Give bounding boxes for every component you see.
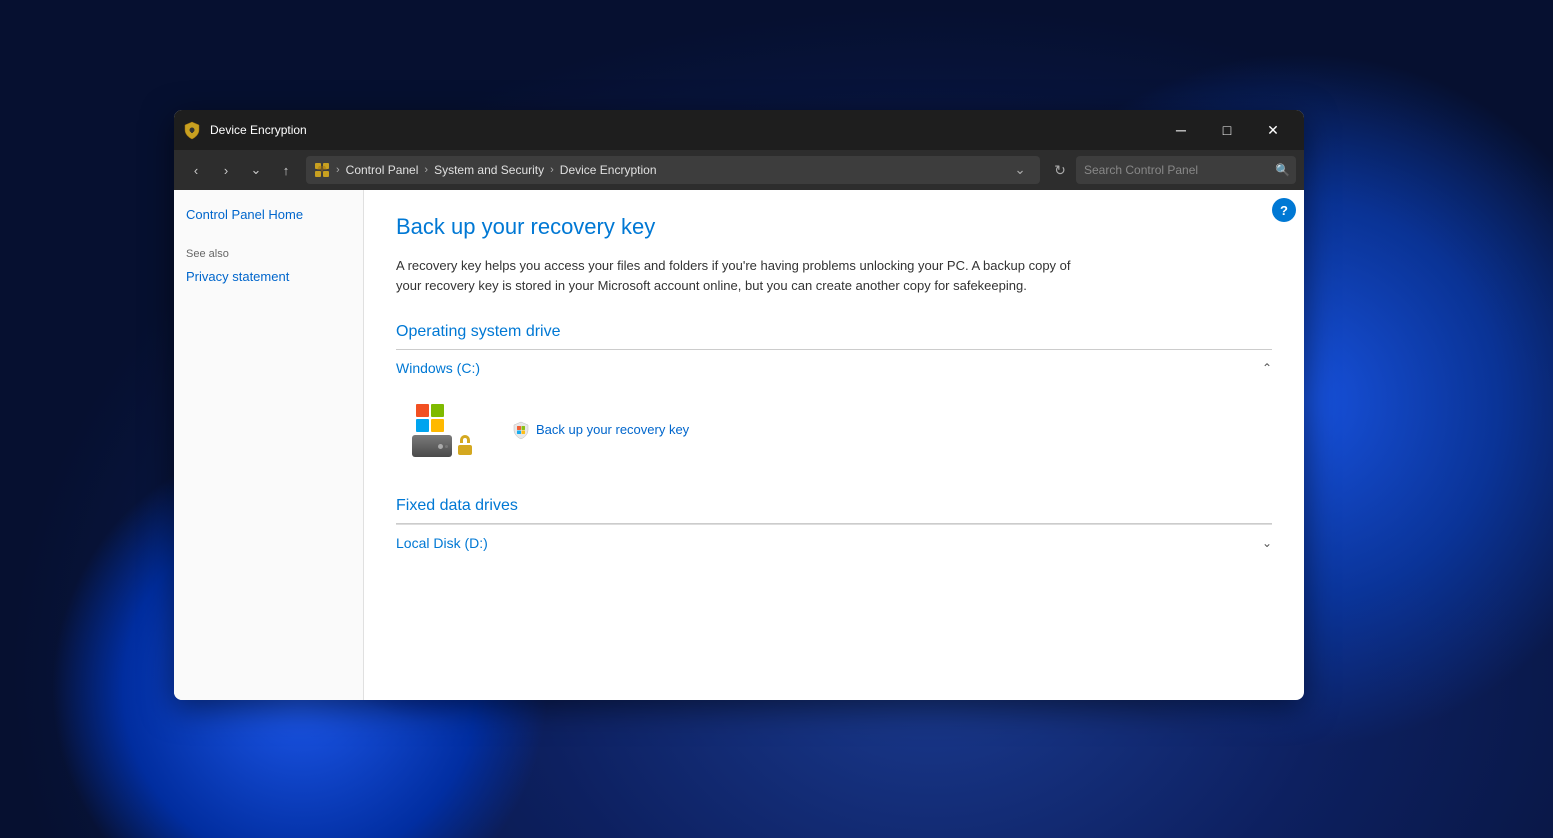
fixed-drives-heading: Fixed data drives <box>396 497 1272 515</box>
sidebar: Control Panel Home See also Privacy stat… <box>174 190 364 700</box>
fixed-drives-section: Fixed data drives Local Disk (D:) ⌄ <box>396 497 1272 561</box>
win-logo-q2 <box>431 404 444 417</box>
navigation-bar: ‹ › ⌄ ↑ › Control Panel › System and Sec… <box>174 150 1304 190</box>
back-button[interactable]: ‹ <box>182 156 210 184</box>
win-logo-q1 <box>416 404 429 417</box>
see-also-label: See also <box>186 248 351 260</box>
search-wrapper: 🔍 <box>1076 156 1296 184</box>
windows-c-drive-header[interactable]: Windows (C:) ⌃ <box>396 350 1272 386</box>
windows-c-chevron-icon: ⌃ <box>1262 361 1272 375</box>
breadcrumb-device-encryption[interactable]: Device Encryption <box>560 163 657 177</box>
address-bar[interactable]: › Control Panel › System and Security › … <box>306 156 1040 184</box>
window-title: Device Encryption <box>210 123 1158 137</box>
window-controls: ─ □ ✕ <box>1158 110 1296 150</box>
up-button[interactable]: ↑ <box>272 156 300 184</box>
local-disk-d-header[interactable]: Local Disk (D:) ⌄ <box>396 524 1272 561</box>
win-logo-q3 <box>416 419 429 432</box>
control-panel-window: Device Encryption ─ □ ✕ ‹ › ⌄ ↑ › Contro… <box>174 110 1304 700</box>
recent-pages-dropdown[interactable]: ⌄ <box>242 156 270 184</box>
search-input[interactable] <box>1076 156 1296 184</box>
os-drive-section: Operating system drive Windows (C:) ⌃ <box>396 323 1272 473</box>
os-drive-heading: Operating system drive <box>396 323 1272 341</box>
hdd-dot-2 <box>445 445 448 448</box>
local-disk-d-title: Local Disk (D:) <box>396 535 488 551</box>
title-bar: Device Encryption ─ □ ✕ <box>174 110 1304 150</box>
page-title: Back up your recovery key <box>396 214 1272 240</box>
drive-icon <box>412 402 472 457</box>
see-also-section: See also Privacy statement <box>186 248 351 286</box>
help-button[interactable]: ? <box>1272 198 1296 222</box>
windows-c-drive-title: Windows (C:) <box>396 360 480 376</box>
hdd-dot-1 <box>438 444 443 449</box>
breadcrumb-sep-1: › <box>336 164 340 176</box>
windows-c-drive-content: Back up your recovery key <box>396 386 1272 473</box>
address-dropdown-button[interactable]: ⌄ <box>1008 156 1032 184</box>
lock-icon <box>456 435 474 455</box>
forward-button[interactable]: › <box>212 156 240 184</box>
breadcrumb-control-panel[interactable]: Control Panel <box>346 163 419 177</box>
lock-body <box>458 445 472 455</box>
close-button[interactable]: ✕ <box>1250 110 1296 150</box>
refresh-button[interactable]: ↻ <box>1046 156 1074 184</box>
windows-logo-icon <box>416 404 444 432</box>
backup-link-text: Back up your recovery key <box>536 422 689 437</box>
breadcrumb-sep-2: › <box>424 164 428 176</box>
privacy-statement-link[interactable]: Privacy statement <box>186 269 289 284</box>
backup-recovery-key-link[interactable]: Back up your recovery key <box>512 421 689 439</box>
win-logo-q4 <box>431 419 444 432</box>
search-button[interactable]: 🔍 <box>1275 163 1290 177</box>
device-encryption-icon <box>182 120 202 140</box>
control-panel-address-icon <box>314 162 330 178</box>
breadcrumb-sep-3: › <box>550 164 554 176</box>
control-panel-home-link[interactable]: Control Panel Home <box>186 207 303 222</box>
breadcrumb-system-security[interactable]: System and Security <box>434 163 544 177</box>
main-content: ? Back up your recovery key A recovery k… <box>364 190 1304 700</box>
hdd-icon <box>412 435 452 457</box>
page-description: A recovery key helps you access your fil… <box>396 256 1096 295</box>
lock-shackle <box>460 435 470 443</box>
minimize-button[interactable]: ─ <box>1158 110 1204 150</box>
local-disk-d-chevron-icon: ⌄ <box>1262 536 1272 550</box>
backup-shield-icon <box>512 421 530 439</box>
maximize-button[interactable]: □ <box>1204 110 1250 150</box>
content-area: Control Panel Home See also Privacy stat… <box>174 190 1304 700</box>
